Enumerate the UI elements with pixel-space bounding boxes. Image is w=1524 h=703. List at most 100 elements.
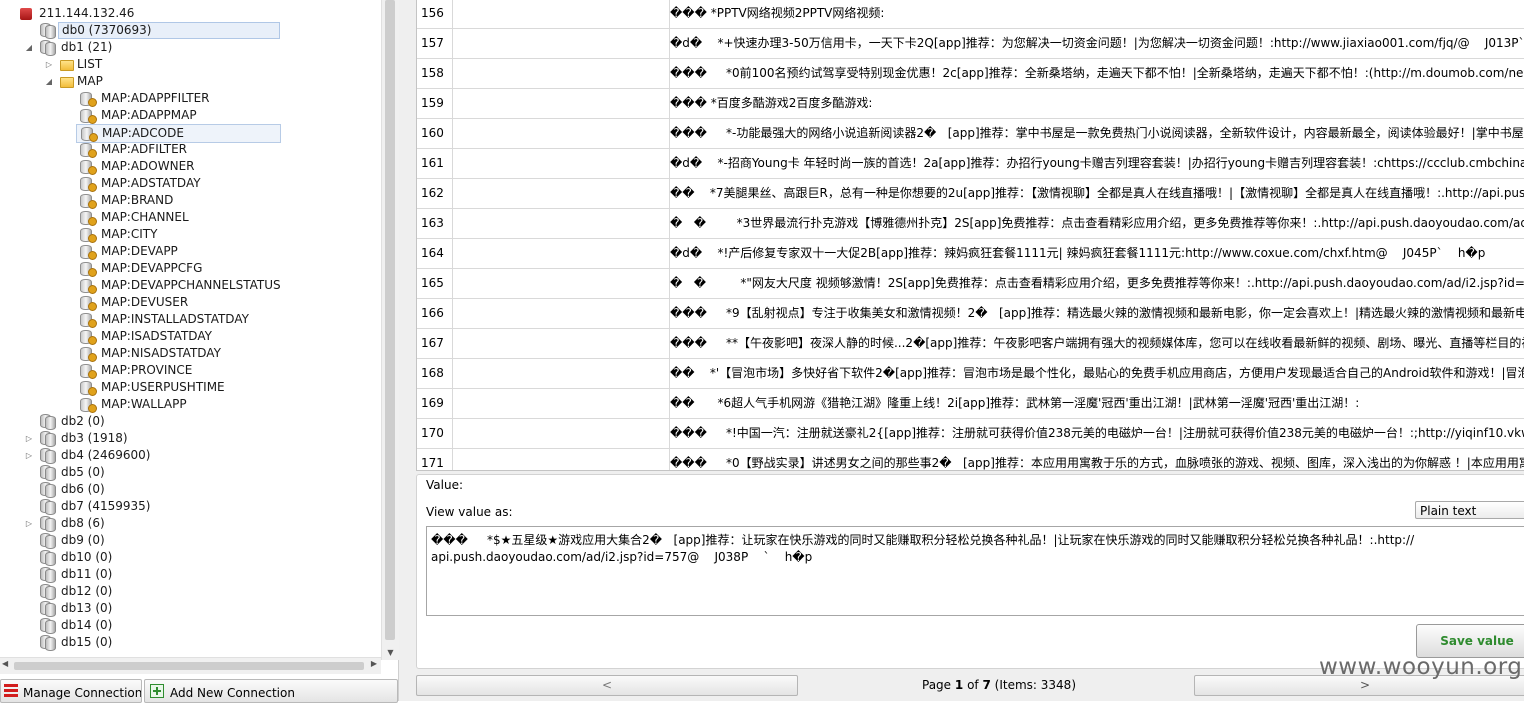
table-row[interactable]: 162 �� *7美腿果丝、高跟巨R，总有一种是你想要的2u[app]推荐：【激情… xyxy=(417,178,1524,209)
tree-db-node[interactable]: db10 (0) xyxy=(0,549,381,566)
tree-db-node[interactable]: db7 (4159935) xyxy=(0,498,381,515)
tree-db-label: db9 (0) xyxy=(61,533,105,547)
scroll-thumb[interactable] xyxy=(385,0,395,640)
collapsed-arrow-icon[interactable]: ▷ xyxy=(24,515,34,532)
expand-arrow-icon[interactable]: ◢ xyxy=(44,73,54,90)
tree-key-node[interactable]: MAP:DEVAPPCFG xyxy=(0,260,381,277)
tree-key-node[interactable]: MAP:INSTALLADSTATDAY xyxy=(0,311,381,328)
tree-db-node[interactable]: ▷ db3 (1918) xyxy=(0,430,381,447)
add-connection-button[interactable]: Add New Connection xyxy=(144,679,398,703)
list-icon xyxy=(4,684,18,698)
tree-key-node[interactable]: MAP:ADOWNER xyxy=(0,158,381,175)
table-row[interactable]: 165 � � *"网友大尺度 视频够激情！2S[app]免费推荐：点击查看精彩应… xyxy=(417,268,1524,299)
tree-key-node[interactable]: MAP:ISADSTATDAY xyxy=(0,328,381,345)
tree-db-node[interactable]: ◢ db1 (21) xyxy=(0,39,381,56)
tree-db-node[interactable]: db9 (0) xyxy=(0,532,381,549)
tree-db-node[interactable]: db0 (7370693) xyxy=(0,22,381,39)
tree-key-node[interactable]: MAP:USERPUSHTIME xyxy=(0,379,381,396)
row-number: 159 xyxy=(417,88,453,118)
tree-db-label: db13 (0) xyxy=(61,601,113,615)
tree-folder-node[interactable]: ◢ MAP xyxy=(0,73,381,90)
row-value: �d� *+快速办理3-50万信用卡，一天下卡2Q[app]推荐：为您解决一切资… xyxy=(670,36,1524,50)
tree-key-node[interactable]: MAP:WALLAPP xyxy=(0,396,381,413)
scroll-right-arrow-icon[interactable]: ▶ xyxy=(371,659,377,668)
tree-key-node[interactable]: MAP:DEVAPP xyxy=(0,243,381,260)
tree-horizontal-scrollbar[interactable]: ◀ ▶ xyxy=(0,657,381,674)
scroll-down-arrow-icon[interactable]: ▼ xyxy=(382,646,399,660)
tree-key-node[interactable]: MAP:BRAND xyxy=(0,192,381,209)
collapsed-arrow-icon[interactable]: ▷ xyxy=(24,447,34,464)
table-row[interactable]: 163 � � *3世界最流行扑克游戏【博雅德州扑克】2S[app]免费推荐：点击… xyxy=(417,208,1524,239)
tree-key-node[interactable]: MAP:CHANNEL xyxy=(0,209,381,226)
table-row[interactable]: 170 ��� *!中国一汽：注册就送豪礼2{[app]推荐：注册就可获得价值23… xyxy=(417,418,1524,449)
tree-db-node[interactable]: db11 (0) xyxy=(0,566,381,583)
prev-page-button[interactable]: < xyxy=(416,675,798,696)
tree-db-node[interactable]: db6 (0) xyxy=(0,481,381,498)
tree-folder-label: LIST xyxy=(77,57,103,71)
tree-db-node[interactable]: db13 (0) xyxy=(0,600,381,617)
row-score-cell xyxy=(453,0,670,28)
tree-key-node[interactable]: MAP:ADAPPMAP xyxy=(0,107,381,124)
row-score-cell xyxy=(453,448,670,470)
row-number: 164 xyxy=(417,238,453,268)
tree-server-node[interactable]: 211.144.132.46 xyxy=(0,5,381,22)
collapsed-arrow-icon[interactable]: ▷ xyxy=(24,430,34,447)
table-row[interactable]: 167 ��� **【午夜影吧】夜深人静的时候...2�[app]推荐：午夜影吧客… xyxy=(417,328,1524,359)
tree-key-label: MAP:DEVUSER xyxy=(101,295,189,309)
database-icon xyxy=(40,533,56,549)
tree-key-label: MAP:NISADSTATDAY xyxy=(101,346,221,360)
table-row[interactable]: 166 ��� *9【乱射视点】专注于收集美女和激情视频！2� [app]推荐：精… xyxy=(417,298,1524,329)
tree-db-label: db12 (0) xyxy=(61,584,113,598)
tree-db-node[interactable]: db5 (0) xyxy=(0,464,381,481)
tree-key-node[interactable]: MAP:ADAPPFILTER xyxy=(0,90,381,107)
table-row[interactable]: 158 ��� *0前100名预约试驾享受特别现金优惠！2c[app]推荐：全新桑… xyxy=(417,58,1524,89)
tree-db-node[interactable]: db15 (0) xyxy=(0,634,381,651)
value-textarea[interactable]: ��� *$★五星级★游戏应用大集合2� [app]推荐：让玩家在快乐游戏的同时… xyxy=(426,526,1524,616)
save-value-button[interactable]: Save value xyxy=(1416,624,1524,658)
view-as-select[interactable]: Plain text xyxy=(1415,501,1524,519)
tree-db-node[interactable]: ▷ db4 (2469600) xyxy=(0,447,381,464)
table-row[interactable]: 169 �� *6超人气手机网游《猎艳江湖》隆重上线！2i[app]推荐：武林第一… xyxy=(417,388,1524,419)
table-row[interactable]: 171 ��� *0【野战实录】讲述男女之间的那些事2� [app]推荐：本应用用… xyxy=(417,448,1524,470)
scroll-thumb[interactable] xyxy=(14,662,364,670)
manage-connections-button[interactable]: Manage Connections xyxy=(0,679,142,703)
tree-vertical-scrollbar[interactable]: ▼ xyxy=(381,0,399,660)
database-icon xyxy=(40,40,56,56)
tree-db-node[interactable]: ▷ db8 (6) xyxy=(0,515,381,532)
tree-key-label: MAP:ADOWNER xyxy=(101,159,195,173)
tree-db-label: db3 (1918) xyxy=(61,431,128,445)
row-score-cell xyxy=(453,328,670,358)
tree-key-label: MAP:DEVAPP xyxy=(101,244,178,258)
tree-key-node[interactable]: MAP:CITY xyxy=(0,226,381,243)
scroll-left-arrow-icon[interactable]: ◀ xyxy=(2,659,8,668)
table-row[interactable]: 159 ��� *百度多酷游戏2百度多酷游戏: xyxy=(417,88,1524,119)
row-number: 160 xyxy=(417,118,453,148)
tree-key-node[interactable]: MAP:DEVAPPCHANNELSTATUS xyxy=(0,277,381,294)
row-value: �d� *-招商Young卡 年轻时尚一族的首选！2a[app]推荐：办招行yo… xyxy=(670,156,1524,170)
view-as-label: View value as: xyxy=(426,505,513,519)
table-row[interactable]: 164 �d� *!产后修复专家双十一大促2B[app]推荐：辣妈疯狂套餐1111… xyxy=(417,238,1524,269)
tree-db-label: db4 (2469600) xyxy=(61,448,151,462)
table-row[interactable]: 168 �� *'【冒泡市场】多快好省下软件2�[app]推荐：冒泡市场是最个性化… xyxy=(417,358,1524,389)
tree-key-node[interactable]: MAP:PROVINCE xyxy=(0,362,381,379)
tree-key-node[interactable]: MAP:NISADSTATDAY xyxy=(0,345,381,362)
tree-key-node[interactable]: MAP:ADSTATDAY xyxy=(0,175,381,192)
tree-key-node[interactable]: MAP:ADFILTER xyxy=(0,141,381,158)
table-row[interactable]: 160 ��� *-功能最强大的网络小说追新阅读器2� [app]推荐：掌中书屋是… xyxy=(417,118,1524,149)
tree-key-node[interactable]: MAP:DEVUSER xyxy=(0,294,381,311)
tree-key-label: MAP:ADAPPMAP xyxy=(101,108,197,122)
row-score-cell xyxy=(453,208,670,238)
database-icon xyxy=(40,465,56,481)
table-row[interactable]: 157 �d� *+快速办理3-50万信用卡，一天下卡2Q[app]推荐：为您解决… xyxy=(417,28,1524,59)
table-row[interactable]: 161 �d� *-招商Young卡 年轻时尚一族的首选！2a[app]推荐：办招… xyxy=(417,148,1524,179)
tree-db-node[interactable]: db14 (0) xyxy=(0,617,381,634)
row-value: � � *3世界最流行扑克游戏【博雅德州扑克】2S[app]免费推荐：点击查看精… xyxy=(670,216,1524,230)
collapsed-arrow-icon[interactable]: ▷ xyxy=(44,56,54,73)
table-row[interactable]: 156 ��� *PPTV网络视频2PPTV网络视频: xyxy=(417,0,1524,29)
tree-db-node[interactable]: db12 (0) xyxy=(0,583,381,600)
tree-db-label: db1 (21) xyxy=(61,40,113,54)
expand-arrow-icon[interactable]: ◢ xyxy=(24,39,34,56)
row-score-cell xyxy=(453,148,670,178)
tree-folder-node[interactable]: ▷ LIST xyxy=(0,56,381,73)
tree-db-node[interactable]: db2 (0) xyxy=(0,413,381,430)
